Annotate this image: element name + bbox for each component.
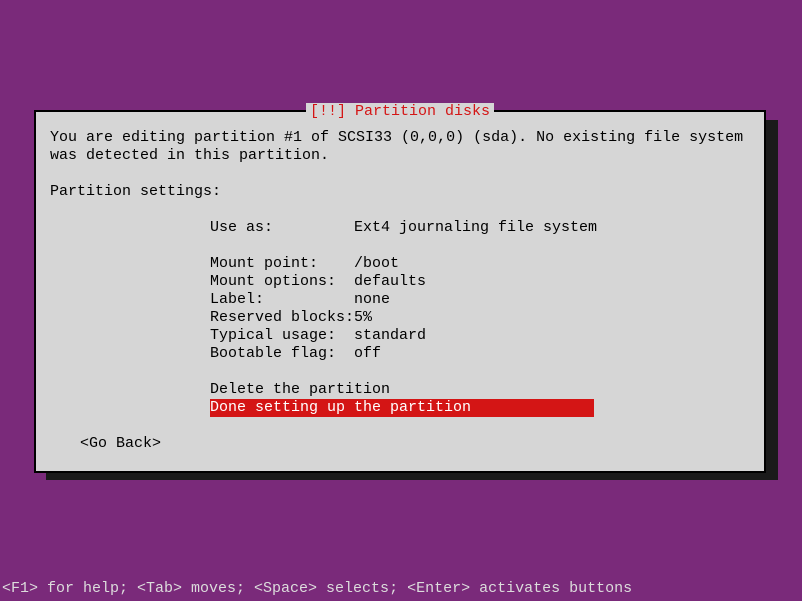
dialog-title-row: [!!] Partition disks [36, 103, 764, 121]
help-footer: <F1> for help; <Tab> moves; <Space> sele… [2, 580, 632, 598]
setting-value: 5% [354, 309, 372, 327]
setting-value: none [354, 291, 390, 309]
setting-label: Label: [210, 291, 354, 309]
setting-label: Use as: [210, 219, 354, 237]
settings-heading: Partition settings: [50, 183, 750, 201]
setting-mount-point[interactable]: Mount point: /boot [210, 255, 750, 273]
setting-reserved-blocks[interactable]: Reserved blocks: 5% [210, 309, 750, 327]
go-back-button[interactable]: <Go Back> [80, 435, 750, 453]
setting-label: Typical usage: [210, 327, 354, 345]
dialog-title: [!!] Partition disks [306, 103, 494, 121]
setting-value: Ext4 journaling file system [354, 219, 597, 237]
setting-mount-options[interactable]: Mount options: defaults [210, 273, 750, 291]
setting-bootable-flag[interactable]: Bootable flag: off [210, 345, 750, 363]
setting-value: off [354, 345, 381, 363]
setting-value: standard [354, 327, 426, 345]
dialog-title-text: Partition disks [355, 103, 490, 120]
setting-value: /boot [354, 255, 399, 273]
action-delete-partition[interactable]: Delete the partition [210, 381, 750, 399]
setting-label: Bootable flag: [210, 345, 354, 363]
setting-typical-usage[interactable]: Typical usage: standard [210, 327, 750, 345]
warning-marker: [!!] [310, 103, 355, 120]
action-list: Delete the partition Done setting up the… [210, 381, 750, 417]
setting-label-field[interactable]: Label: none [210, 291, 750, 309]
setting-label: Mount point: [210, 255, 354, 273]
dialog-description: You are editing partition #1 of SCSI33 (… [50, 129, 750, 165]
blank-row [210, 237, 750, 255]
settings-list: Use as: Ext4 journaling file system Moun… [210, 219, 750, 363]
setting-value: defaults [354, 273, 426, 291]
setting-use-as[interactable]: Use as: Ext4 journaling file system [210, 219, 750, 237]
setting-label: Reserved blocks: [210, 309, 354, 327]
partition-dialog: [!!] Partition disks You are editing par… [34, 110, 766, 473]
setting-label: Mount options: [210, 273, 354, 291]
action-done-setting-up[interactable]: Done setting up the partition [210, 399, 594, 417]
